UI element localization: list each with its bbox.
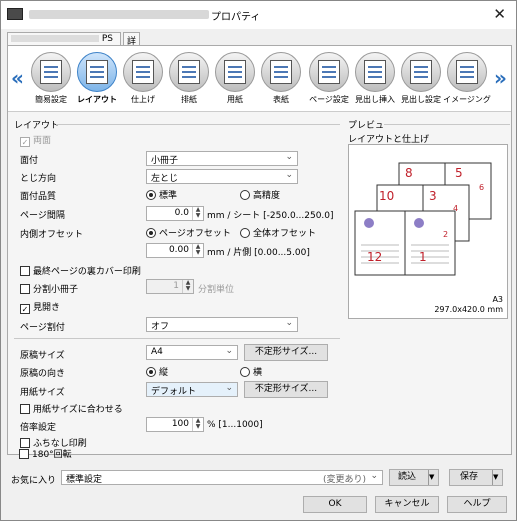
- close-icon[interactable]: ✕: [493, 5, 506, 23]
- title-bar: プロパティ ✕: [1, 1, 516, 29]
- page-num: 1: [419, 250, 427, 264]
- page-num: 3: [429, 189, 437, 203]
- tab-ps[interactable]: PS: [7, 32, 121, 46]
- page-setup-icon: [318, 60, 340, 84]
- spinner-icon: ▲ ▼: [192, 418, 203, 431]
- favorites-label: お気に入り: [11, 476, 57, 486]
- quality-standard-radio[interactable]: 標準: [146, 188, 177, 201]
- page-num: 12: [367, 250, 382, 264]
- portrait-radio[interactable]: 縦: [146, 365, 168, 378]
- zoom-input[interactable]: 100 ▲ ▼: [146, 417, 204, 432]
- chevron-down-icon: ⌄: [285, 318, 293, 328]
- finishing-icon: [132, 60, 154, 84]
- layout-group-title: レイアウト: [14, 121, 60, 131]
- spinner-icon: ▲ ▼: [192, 207, 203, 220]
- page-split-label: ページ割付: [20, 323, 65, 333]
- original-custom-size-button[interactable]: 不定形サイズ...: [244, 344, 328, 361]
- offset-unit: mm / 片側 [0.00...5.00]: [207, 248, 310, 258]
- page-gap-unit: mm / シート [-250.0...250.0]: [207, 211, 334, 221]
- split-unit-input[interactable]: 1 ▲ ▼: [146, 279, 194, 294]
- window-title: プロパティ: [211, 12, 261, 23]
- tab-settings-icon: [410, 60, 432, 84]
- chevron-down-icon: ⌄: [285, 152, 293, 162]
- tab-insert-icon: [364, 60, 386, 84]
- output-icon: [178, 60, 200, 84]
- simple-settings-icon: [40, 60, 62, 84]
- zoom-label: 倍率設定: [20, 423, 57, 433]
- cover-icon: [270, 60, 292, 84]
- landscape-radio[interactable]: 横: [240, 365, 262, 378]
- booklet-preview-image: 8 5 6 10 3 4 12 1 2: [354, 162, 492, 276]
- rotate-180-checkbox[interactable]: 180°回転: [19, 447, 72, 460]
- page-offset-radio[interactable]: ページオフセット: [146, 226, 231, 239]
- chevron-down-icon: ⌄: [285, 170, 293, 180]
- original-size-label: 原稿サイズ: [20, 351, 65, 361]
- orientation-label: 原稿の向き: [20, 369, 66, 379]
- binding-label: 面付: [20, 156, 39, 166]
- preview-paper: A3: [492, 295, 503, 304]
- chevron-down-icon: ⌄: [370, 471, 378, 481]
- paper-icon: [224, 60, 246, 84]
- load-button[interactable]: 読込 ▼: [389, 469, 439, 486]
- imaging-icon: [456, 60, 478, 84]
- page-num: 5: [455, 166, 463, 180]
- paper-custom-size-button[interactable]: 不定形サイズ...: [244, 381, 328, 398]
- spinner-icon: ▲ ▼: [192, 244, 203, 257]
- page-split-select[interactable]: オフ ⌄: [146, 317, 298, 332]
- binding-direction-select[interactable]: 左とじ ⌄: [146, 169, 298, 184]
- tab-advanced[interactable]: 詳細設定: [123, 32, 141, 86]
- ok-button[interactable]: OK: [303, 496, 367, 513]
- duplex-checkbox[interactable]: ✓ 両面: [20, 133, 51, 147]
- favorites-select[interactable]: 標準設定 (変更あり) ⌄: [61, 470, 383, 485]
- properties-dialog: プロパティ ✕ PS 詳細設定 « 簡易設定 レイアウト 仕上げ 排紙 用紙 表…: [0, 0, 517, 521]
- split-booklet-checkbox[interactable]: 分割小冊子: [20, 282, 78, 295]
- layout-icon: [86, 60, 108, 84]
- layout-preview: 8 5 6 10 3 4 12 1 2 A3 297.0x420.0 mm: [348, 144, 508, 319]
- cancel-button[interactable]: キャンセル: [375, 496, 439, 513]
- chevron-down-icon: ⌄: [225, 346, 233, 356]
- iconbar-imaging[interactable]: イメージング: [443, 52, 491, 110]
- paper-size-label: 用紙サイズ: [20, 388, 65, 398]
- global-offset-radio[interactable]: 全体オフセット: [240, 226, 316, 239]
- tab-panel: « 簡易設定 レイアウト 仕上げ 排紙 用紙 表紙 ページ設定 見出し挿入 見出…: [7, 45, 512, 455]
- page-num: 6: [479, 183, 484, 192]
- function-iconbar: « 簡易設定 レイアウト 仕上げ 排紙 用紙 表紙 ページ設定 見出し挿入 見出…: [8, 46, 511, 112]
- backcover-checkbox[interactable]: 最終ページの裏カバー印刷: [20, 264, 141, 277]
- quality-label: 面付品質: [20, 192, 57, 202]
- chevron-down-icon: ⌄: [225, 383, 233, 393]
- quality-high-radio[interactable]: 高精度: [240, 188, 280, 201]
- spread-checkbox[interactable]: ✓ 見開き: [20, 300, 60, 314]
- printer-icon: [7, 8, 23, 20]
- preview-paper-dim: 297.0x420.0 mm: [434, 305, 503, 314]
- offset-input[interactable]: 0.00 ▲ ▼: [146, 243, 204, 258]
- scroll-left-icon[interactable]: «: [11, 66, 24, 90]
- paper-size-select[interactable]: デフォルト ⌄: [146, 382, 238, 397]
- dropdown-arrow-icon: ▼: [492, 470, 502, 485]
- split-unit-label: 分割単位: [198, 285, 235, 295]
- dropdown-arrow-icon: ▼: [428, 470, 438, 485]
- save-button[interactable]: 保存 ▼: [449, 469, 503, 486]
- original-size-select[interactable]: A4 ⌄: [146, 345, 238, 360]
- page-gap-input[interactable]: 0.0 ▲ ▼: [146, 206, 204, 221]
- page-num: 10: [379, 189, 394, 203]
- spinner-icon: ▲ ▼: [182, 280, 193, 293]
- binding-direction-label: とじ方向: [20, 174, 57, 184]
- binding-select[interactable]: 小冊子 ⌄: [146, 151, 298, 166]
- printer-name-redacted: [29, 10, 209, 19]
- page-num: 2: [443, 230, 448, 239]
- page-gap-label: ページ間隔: [20, 211, 65, 221]
- help-button[interactable]: ヘルプ: [447, 496, 507, 513]
- fit-to-paper-checkbox[interactable]: 用紙サイズに合わせる: [20, 402, 123, 415]
- scroll-right-icon[interactable]: »: [494, 66, 507, 90]
- zoom-unit: % [1...1000]: [207, 420, 263, 430]
- inner-offset-label: 内側オフセット: [20, 230, 84, 240]
- page-num: 8: [405, 166, 413, 180]
